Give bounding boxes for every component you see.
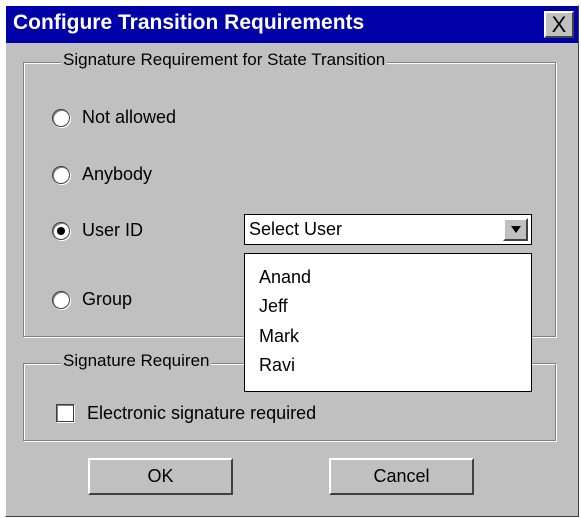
- electronic-signature-group-label: Signature Requiren: [61, 351, 212, 371]
- chevron-down-icon: [511, 226, 521, 233]
- configure-transition-dialog: Configure Transition Requirements X Sign…: [5, 5, 579, 517]
- dialog-title: Configure Transition Requirements: [13, 11, 365, 34]
- cancel-button[interactable]: Cancel: [329, 458, 474, 495]
- close-icon: X: [551, 12, 567, 37]
- radio-circle[interactable]: [52, 291, 70, 309]
- signature-requirement-group-label: Signature Requirement for State Transiti…: [61, 50, 388, 70]
- ok-button[interactable]: OK: [88, 458, 233, 495]
- radio-label: Not allowed: [82, 107, 177, 127]
- radio-circle[interactable]: [52, 222, 70, 240]
- radio-label: User ID: [82, 220, 144, 240]
- radio-circle[interactable]: [52, 109, 70, 127]
- user-select[interactable]: Select User: [244, 214, 532, 245]
- title-bar[interactable]: Configure Transition Requirements X: [6, 6, 578, 43]
- electronic-signature-checkbox[interactable]: [56, 404, 74, 422]
- user-option-ravi[interactable]: Ravi: [259, 355, 295, 376]
- user-option-mark[interactable]: Mark: [259, 326, 299, 347]
- user-option-anand[interactable]: Anand: [259, 267, 311, 288]
- user-select-value: Select User: [249, 219, 343, 239]
- electronic-signature-label: Electronic signature required: [87, 403, 317, 423]
- radio-circle[interactable]: [52, 166, 70, 184]
- radio-label: Group: [82, 289, 133, 309]
- dropdown-arrow-button[interactable]: [503, 218, 528, 241]
- user-dropdown-list: Anand Jeff Mark Ravi: [244, 253, 532, 392]
- close-button[interactable]: X: [544, 11, 574, 38]
- radio-label: Anybody: [82, 164, 153, 184]
- radio-selected-dot: [57, 227, 65, 235]
- user-option-jeff[interactable]: Jeff: [259, 296, 288, 317]
